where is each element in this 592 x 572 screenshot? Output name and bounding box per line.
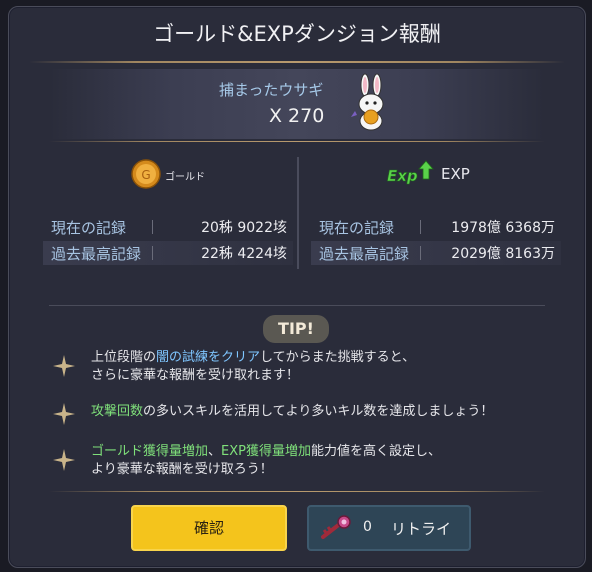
gold-label: ゴールド [165, 172, 205, 183]
section-divider [49, 305, 545, 306]
gold-coin-icon: G [131, 159, 161, 189]
tip-text: 攻撃回数の多いスキルを活用してより多いキル数を達成しましょう！ [91, 403, 493, 421]
retry-count: 0 [363, 519, 372, 535]
tip-text: 上位段階の闇の試練をクリアしてからまた挑戦すると、 さらに豪華な報酬を受け取れま… [91, 349, 415, 385]
gold-header: G ゴールド [37, 157, 297, 203]
key-icon [321, 515, 351, 539]
exp-label: EXP [441, 165, 470, 183]
rabbit-label: 捕まったウサギ [219, 81, 324, 99]
gold-best-label: 過去最高記録 [43, 243, 159, 264]
tip-text-part: してからまた挑戦すると、 [260, 350, 416, 365]
tip-badge: TIP! [263, 315, 329, 343]
gold-column: G ゴールド 現在の記録 20秭 9022垓 過去最高記録 22秭 4224垓 [37, 157, 297, 269]
gold-current-label: 現在の記録 [43, 217, 159, 238]
exp-header: Exp EXP [305, 157, 563, 203]
gold-current-value: 20秭 9022垓 [201, 220, 287, 236]
rabbit-banner: 捕まったウサギ X 270 [49, 69, 545, 139]
tip-text-part: より豪華な報酬を受け取ろう！ [91, 462, 273, 477]
title-divider [29, 61, 565, 63]
gold-current-row: 現在の記録 20秭 9022垓 [43, 215, 293, 239]
svg-text:Exp: Exp [387, 167, 418, 185]
tip-highlight: 攻撃回数 [91, 404, 144, 419]
sparkle-icon [53, 403, 75, 425]
svg-text:G: G [141, 168, 150, 182]
exp-current-value: 1978億 6368万 [451, 220, 555, 236]
exp-best-value: 2029億 8163万 [451, 246, 555, 262]
banner-divider [49, 141, 545, 142]
tip-text-part: 能力値を高く設定し、 [311, 444, 442, 459]
exp-current-label: 現在の記録 [311, 217, 427, 238]
dialog-title: ゴールド&EXPダンジョン報酬 [153, 22, 441, 46]
tip-text: ゴールド獲得量増加、EXP獲得量増加能力値を高く設定し、 より豪華な報酬を受け取… [91, 443, 441, 479]
sparkle-icon [53, 449, 75, 471]
exp-best-row: 過去最高記録 2029億 8163万 [311, 241, 561, 265]
retry-button[interactable]: 0 リトライ [307, 505, 471, 551]
exp-column: Exp EXP 現在の記録 1978億 6368万 過去最高記録 2029億 8… [305, 157, 563, 269]
rabbit-count: X 270 [269, 105, 325, 127]
sparkle-icon [53, 355, 75, 377]
tip-highlight: ゴールド獲得量増加 [91, 444, 209, 459]
tip-text-part: の多いスキルを活用してより多いキル数を達成しましょう！ [143, 404, 494, 419]
exp-icon: Exp [387, 160, 434, 185]
gold-best-row: 過去最高記録 22秭 4224垓 [43, 241, 293, 265]
exp-current-row: 現在の記録 1978億 6368万 [311, 215, 561, 239]
column-divider [297, 157, 299, 269]
tip-highlight: 闇の試練をクリア [156, 350, 261, 365]
gold-best-value: 22秭 4224垓 [201, 246, 287, 262]
tip-text-part: 上位段階の [91, 350, 157, 365]
confirm-button[interactable]: 確認 [131, 505, 287, 551]
footer-divider [49, 491, 545, 492]
tip-text-part: さらに豪華な報酬を受け取れます！ [91, 368, 300, 383]
tip-highlight: EXP獲得量増加 [221, 444, 311, 459]
reward-dialog: ゴールド&EXPダンジョン報酬 捕まったウサギ X 270 G ゴールド 現在の… [8, 6, 586, 568]
retry-label: リトライ [391, 520, 452, 538]
exp-best-label: 過去最高記録 [311, 243, 427, 264]
tip-text-part: 、 [208, 444, 222, 459]
rabbit-icon [351, 73, 384, 131]
